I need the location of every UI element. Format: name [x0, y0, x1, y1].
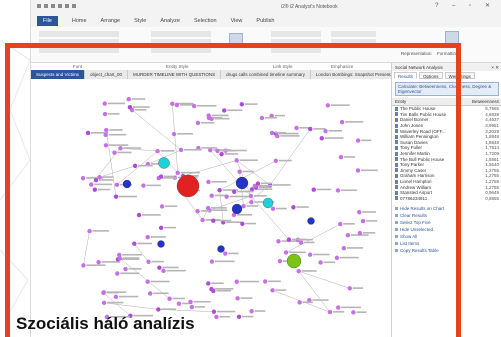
betweenness-value: 0,9649: [485, 190, 499, 196]
betweenness-value: 1,5540: [485, 162, 499, 168]
betweenness-column-header[interactable]: Betweenness: [472, 99, 499, 104]
menu-publish[interactable]: Publish: [256, 18, 274, 24]
title-bar: i2® i2 Analyst's Notebook ? – ▫ ✕: [31, 0, 501, 14]
betweenness-value: 1,8848: [485, 139, 499, 145]
ribbon-tabs: File Home Arrange Style Analyze Selectio…: [31, 14, 501, 27]
betweenness-value: 1,8848: [485, 134, 499, 140]
emphasize-button[interactable]: [331, 31, 376, 37]
link-color-button[interactable]: [271, 31, 321, 37]
betweenness-value: 1,5561: [485, 156, 499, 162]
betweenness-value: 3,9951: [485, 123, 499, 129]
window-title: i2® i2 Analyst's Notebook: [281, 4, 338, 10]
betweenness-value: 0,8855: [485, 195, 499, 201]
betweenness-value: 3,2029: [485, 128, 499, 134]
betweenness-value: 4,6839: [485, 111, 499, 117]
quick-access-toolbar[interactable]: [37, 4, 76, 8]
betweenness-value: 6,7565: [485, 106, 499, 112]
menu-file[interactable]: File: [37, 15, 58, 26]
menu-home[interactable]: Home: [72, 18, 87, 24]
save-icon[interactable]: [37, 4, 41, 8]
menu-selection[interactable]: Selection: [194, 18, 217, 24]
undo-icon[interactable]: [44, 4, 48, 8]
betweenness-value: 1,2755: [485, 184, 499, 190]
customize-icon[interactable]: [72, 4, 76, 8]
betweenness-value: 1,2755: [485, 179, 499, 185]
entity-frame-button[interactable]: [151, 31, 211, 37]
highlight-frame: [5, 43, 461, 337]
menu-view[interactable]: View: [231, 18, 243, 24]
menu-style[interactable]: Style: [134, 18, 146, 24]
pane-close-icon[interactable]: × ✕: [491, 65, 499, 70]
slide-caption: Szociális háló analízis: [16, 314, 195, 333]
betweenness-value: 1,7209: [485, 151, 499, 157]
betweenness-value: 4,4637: [485, 117, 499, 123]
open-icon[interactable]: [58, 4, 62, 8]
redo-icon[interactable]: [51, 4, 55, 8]
betweenness-value: 1,2755: [485, 173, 499, 179]
menu-analyze[interactable]: Analyze: [160, 18, 180, 24]
print-icon[interactable]: [65, 4, 69, 8]
font-family-select[interactable]: [39, 31, 119, 37]
window-controls[interactable]: ? – ▫ ✕: [435, 2, 496, 9]
betweenness-value: 1,2755: [485, 167, 499, 173]
betweenness-value: 1,7514: [485, 145, 499, 151]
menu-arrange[interactable]: Arrange: [101, 18, 121, 24]
